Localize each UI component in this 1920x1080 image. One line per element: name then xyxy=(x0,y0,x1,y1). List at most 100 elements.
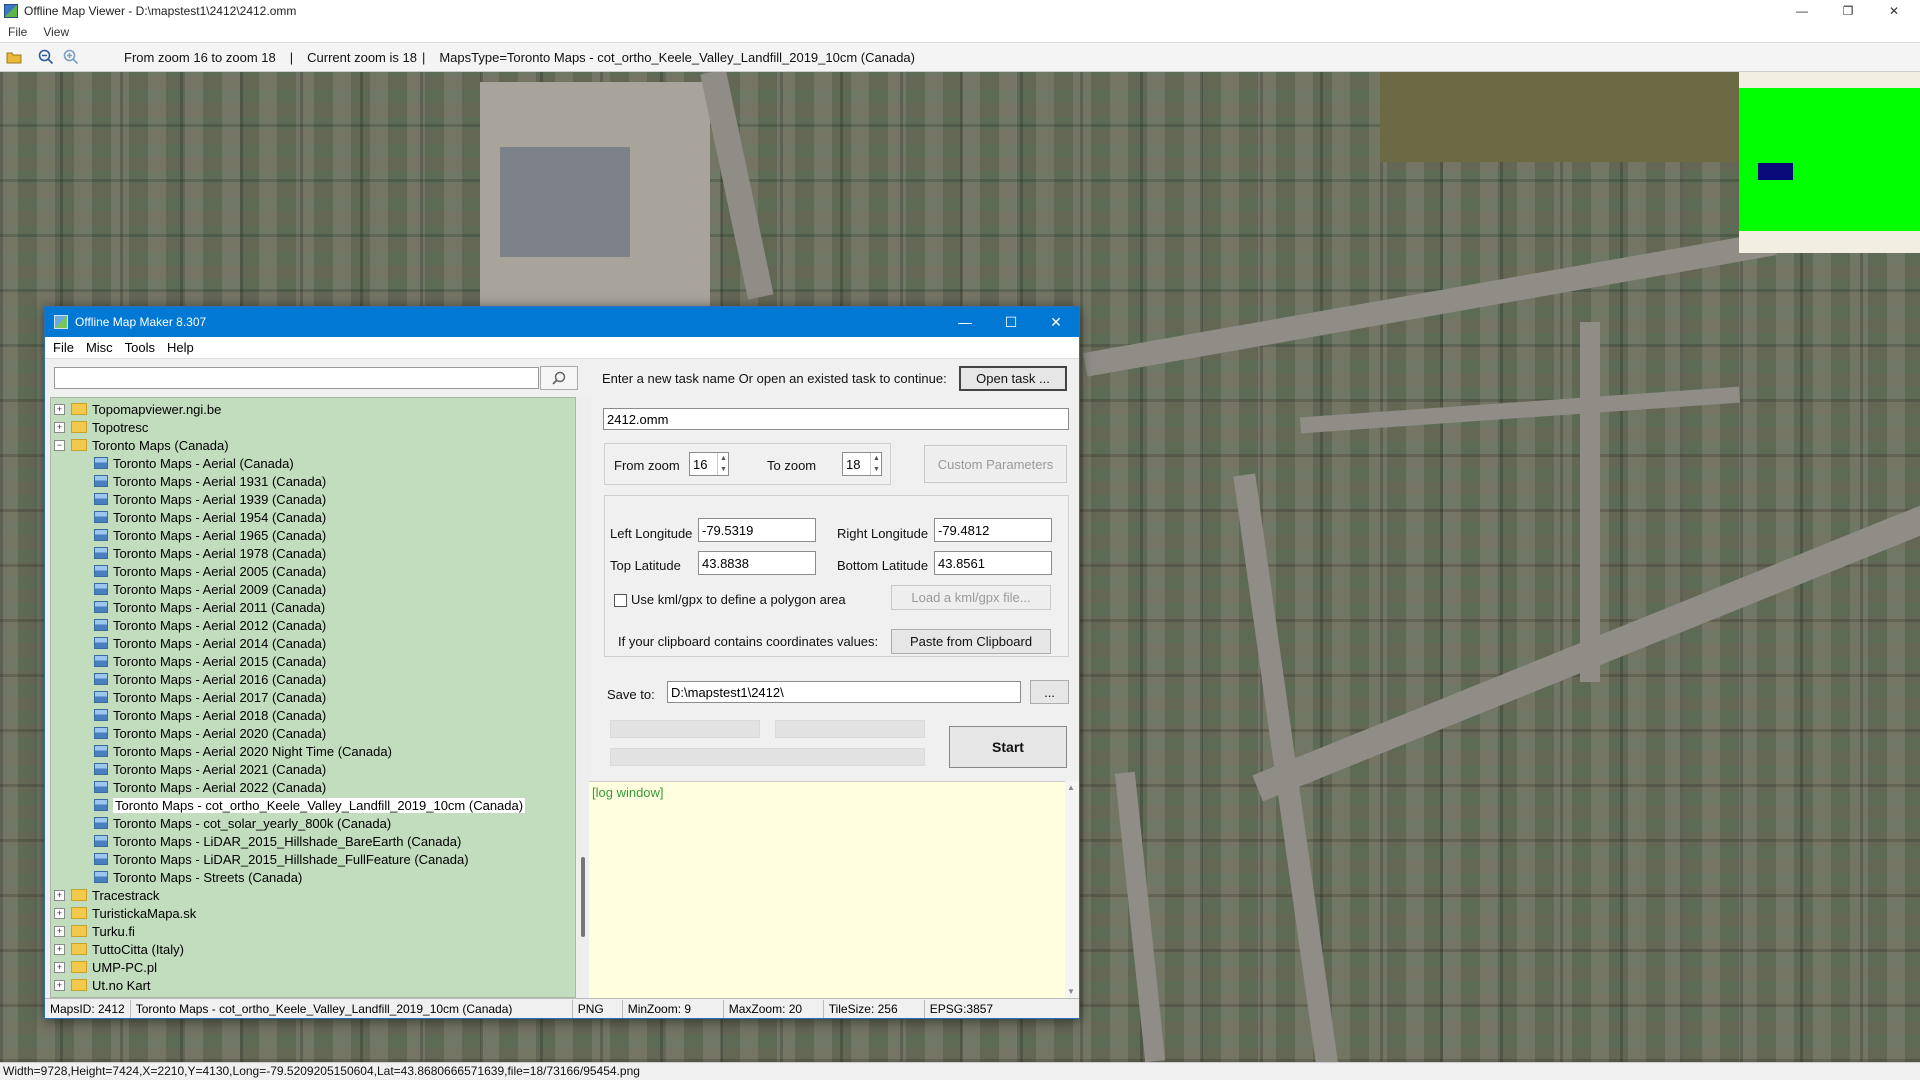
folder-icon xyxy=(71,925,87,937)
overview-map[interactable] xyxy=(1739,72,1920,253)
map-building xyxy=(500,147,630,257)
tree-folder[interactable]: + UMP-PC.pl xyxy=(54,958,157,976)
map-search-input[interactable] xyxy=(54,367,539,389)
bottom-latitude-input[interactable]: 43.8561 xyxy=(934,551,1052,575)
tree-layer[interactable]: Toronto Maps - Aerial 2015 (Canada) xyxy=(94,652,326,670)
tree-folder[interactable]: + Topotresc xyxy=(54,418,148,436)
tree-layer-selected[interactable]: Toronto Maps - cot_ortho_Keele_Valley_La… xyxy=(94,796,526,814)
dialog-maximize-button[interactable]: ☐ xyxy=(988,307,1034,337)
log-scrollbar[interactable]: ▲ ▼ xyxy=(1065,781,1079,998)
open-task-button[interactable]: Open task ... xyxy=(959,366,1067,391)
tree-item-label: Topomapviewer.ngi.be xyxy=(92,401,222,417)
expand-icon[interactable]: + xyxy=(54,421,65,433)
open-folder-icon[interactable] xyxy=(3,46,25,68)
tree-layer[interactable]: Toronto Maps - Aerial 1978 (Canada) xyxy=(94,544,326,562)
tree-scroll-thumb[interactable] xyxy=(581,857,585,937)
tree-folder[interactable]: + Topomapviewer.ngi.be xyxy=(54,400,221,418)
tree-layer[interactable]: Toronto Maps - LiDAR_2015_Hillshade_Full… xyxy=(94,850,469,868)
dialog-menu-tools[interactable]: Tools xyxy=(119,340,161,355)
dialog-close-button[interactable]: ✕ xyxy=(1033,307,1079,337)
tree-layer[interactable]: Toronto Maps - Aerial 1931 (Canada) xyxy=(94,472,326,490)
task-name-input[interactable]: 2412.omm xyxy=(603,408,1069,430)
close-button[interactable]: ✕ xyxy=(1872,0,1916,22)
zoom-out-icon[interactable] xyxy=(35,46,57,68)
tree-layer[interactable]: Toronto Maps - Aerial 2018 (Canada) xyxy=(94,706,326,724)
minimize-button[interactable]: — xyxy=(1780,0,1824,22)
tree-layer[interactable]: Toronto Maps - LiDAR_2015_Hillshade_Bare… xyxy=(94,832,461,850)
expand-icon[interactable]: + xyxy=(54,403,65,415)
map-layer-icon xyxy=(94,709,108,721)
map-layer-icon xyxy=(94,763,108,775)
scroll-down-icon[interactable]: ▼ xyxy=(1067,987,1075,996)
tree-layer[interactable]: Toronto Maps - Aerial 2020 (Canada) xyxy=(94,724,326,742)
tree-layer[interactable]: Toronto Maps - Aerial 2012 (Canada) xyxy=(94,616,326,634)
maximize-button[interactable]: ❐ xyxy=(1826,0,1870,22)
expand-icon[interactable]: + xyxy=(54,943,65,955)
menu-file[interactable]: File xyxy=(0,25,35,39)
tree-layer[interactable]: Toronto Maps - Aerial 2022 (Canada) xyxy=(94,778,326,796)
dialog-menu-misc[interactable]: Misc xyxy=(80,340,119,355)
bottom-latitude-label: Bottom Latitude xyxy=(837,558,929,573)
expand-icon[interactable]: + xyxy=(54,889,65,901)
tree-layer[interactable]: Toronto Maps - Aerial 1965 (Canada) xyxy=(94,526,326,544)
overview-viewport[interactable] xyxy=(1758,163,1793,180)
tree-folder[interactable]: + Tracestrack xyxy=(54,886,159,904)
search-icon xyxy=(552,371,566,385)
tree-item-label: Toronto Maps - Aerial 2012 (Canada) xyxy=(113,617,327,633)
expand-icon[interactable]: + xyxy=(54,961,65,973)
dialog-minimize-button[interactable]: — xyxy=(942,307,988,337)
kml-checkbox[interactable] xyxy=(614,594,627,607)
progress-bar-2 xyxy=(775,720,925,738)
tree-layer[interactable]: Toronto Maps - Aerial (Canada) xyxy=(94,454,294,472)
custom-parameters-button[interactable]: Custom Parameters xyxy=(924,445,1067,483)
right-longitude-input[interactable]: -79.4812 xyxy=(934,518,1052,542)
expand-icon[interactable]: + xyxy=(54,979,65,991)
main-toolbar: From zoom 16 to zoom 18 | Current zoom i… xyxy=(0,42,1920,72)
task-prompt: Enter a new task name Or open an existed… xyxy=(602,371,947,386)
tree-folder[interactable]: + TuttoCitta (Italy) xyxy=(54,940,184,958)
tree-item-label: Ut.no Kart xyxy=(92,977,151,993)
tree-layer[interactable]: Toronto Maps - Aerial 2009 (Canada) xyxy=(94,580,326,598)
expand-icon[interactable]: + xyxy=(54,907,65,919)
tree-layer[interactable]: Toronto Maps - Streets (Canada) xyxy=(94,868,302,886)
paste-clipboard-button[interactable]: Paste from Clipboard xyxy=(891,629,1051,654)
tree-layer[interactable]: Toronto Maps - Aerial 1954 (Canada) xyxy=(94,508,326,526)
status-epsg: EPSG:3857 xyxy=(929,1001,994,1016)
tree-layer[interactable]: Toronto Maps - Aerial 2020 Night Time (C… xyxy=(94,742,392,760)
tree-layer[interactable]: Toronto Maps - Aerial 1939 (Canada) xyxy=(94,490,326,508)
tree-folder[interactable]: + Turku.fi xyxy=(54,922,135,940)
tree-folder[interactable]: − Toronto Maps (Canada) xyxy=(54,436,229,454)
tree-layer[interactable]: Toronto Maps - Aerial 2017 (Canada) xyxy=(94,688,326,706)
dialog-menu-file[interactable]: File xyxy=(47,340,80,355)
map-source-tree[interactable]: + Topomapviewer.ngi.be + Topotresc − Toronto … xyxy=(50,397,576,998)
tree-layer[interactable]: Toronto Maps - Aerial 2005 (Canada) xyxy=(94,562,326,580)
left-longitude-input[interactable]: -79.5319 xyxy=(698,518,816,542)
zoom-in-icon[interactable] xyxy=(60,46,82,68)
scroll-up-icon[interactable]: ▲ xyxy=(1067,783,1075,792)
dialog-menu-help[interactable]: Help xyxy=(161,340,200,355)
top-latitude-input[interactable]: 43.8838 xyxy=(698,551,816,575)
collapse-icon[interactable]: − xyxy=(54,439,65,451)
menu-view[interactable]: View xyxy=(35,25,77,39)
tree-layer[interactable]: Toronto Maps - Aerial 2016 (Canada) xyxy=(94,670,326,688)
tree-layer[interactable]: Toronto Maps - Aerial 2011 (Canada) xyxy=(94,598,325,616)
save-to-input[interactable]: D:\mapstest1\2412\ xyxy=(667,681,1021,703)
kml-label: Use kml/gpx to define a polygon area xyxy=(631,592,846,607)
tree-layer[interactable]: Toronto Maps - Aerial 2014 (Canada) xyxy=(94,634,326,652)
tree-item-label: Toronto Maps - Aerial 2017 (Canada) xyxy=(113,689,327,705)
tree-item-label: Toronto Maps - Aerial 1978 (Canada) xyxy=(113,545,327,561)
start-button[interactable]: Start xyxy=(949,726,1067,768)
tree-folder[interactable]: + TuristickaMapa.sk xyxy=(54,904,196,922)
log-window[interactable]: [log window] xyxy=(589,781,1079,998)
clipboard-prompt: If your clipboard contains coordinates v… xyxy=(618,634,879,649)
tree-folder[interactable]: + Ut.no Kart xyxy=(54,976,151,994)
from-zoom-spinner[interactable]: ▲ ▼ xyxy=(717,453,729,475)
tree-item-label: Toronto Maps - Aerial 2016 (Canada) xyxy=(113,671,327,687)
browse-button[interactable]: ... xyxy=(1030,680,1069,704)
search-button[interactable] xyxy=(540,366,578,390)
to-zoom-spinner[interactable]: ▲ ▼ xyxy=(870,453,882,475)
expand-icon[interactable]: + xyxy=(54,925,65,937)
load-kml-button[interactable]: Load a kml/gpx file... xyxy=(891,585,1051,610)
tree-layer[interactable]: Toronto Maps - Aerial 2021 (Canada) xyxy=(94,760,326,778)
tree-layer[interactable]: Toronto Maps - cot_solar_yearly_800k (Ca… xyxy=(94,814,391,832)
